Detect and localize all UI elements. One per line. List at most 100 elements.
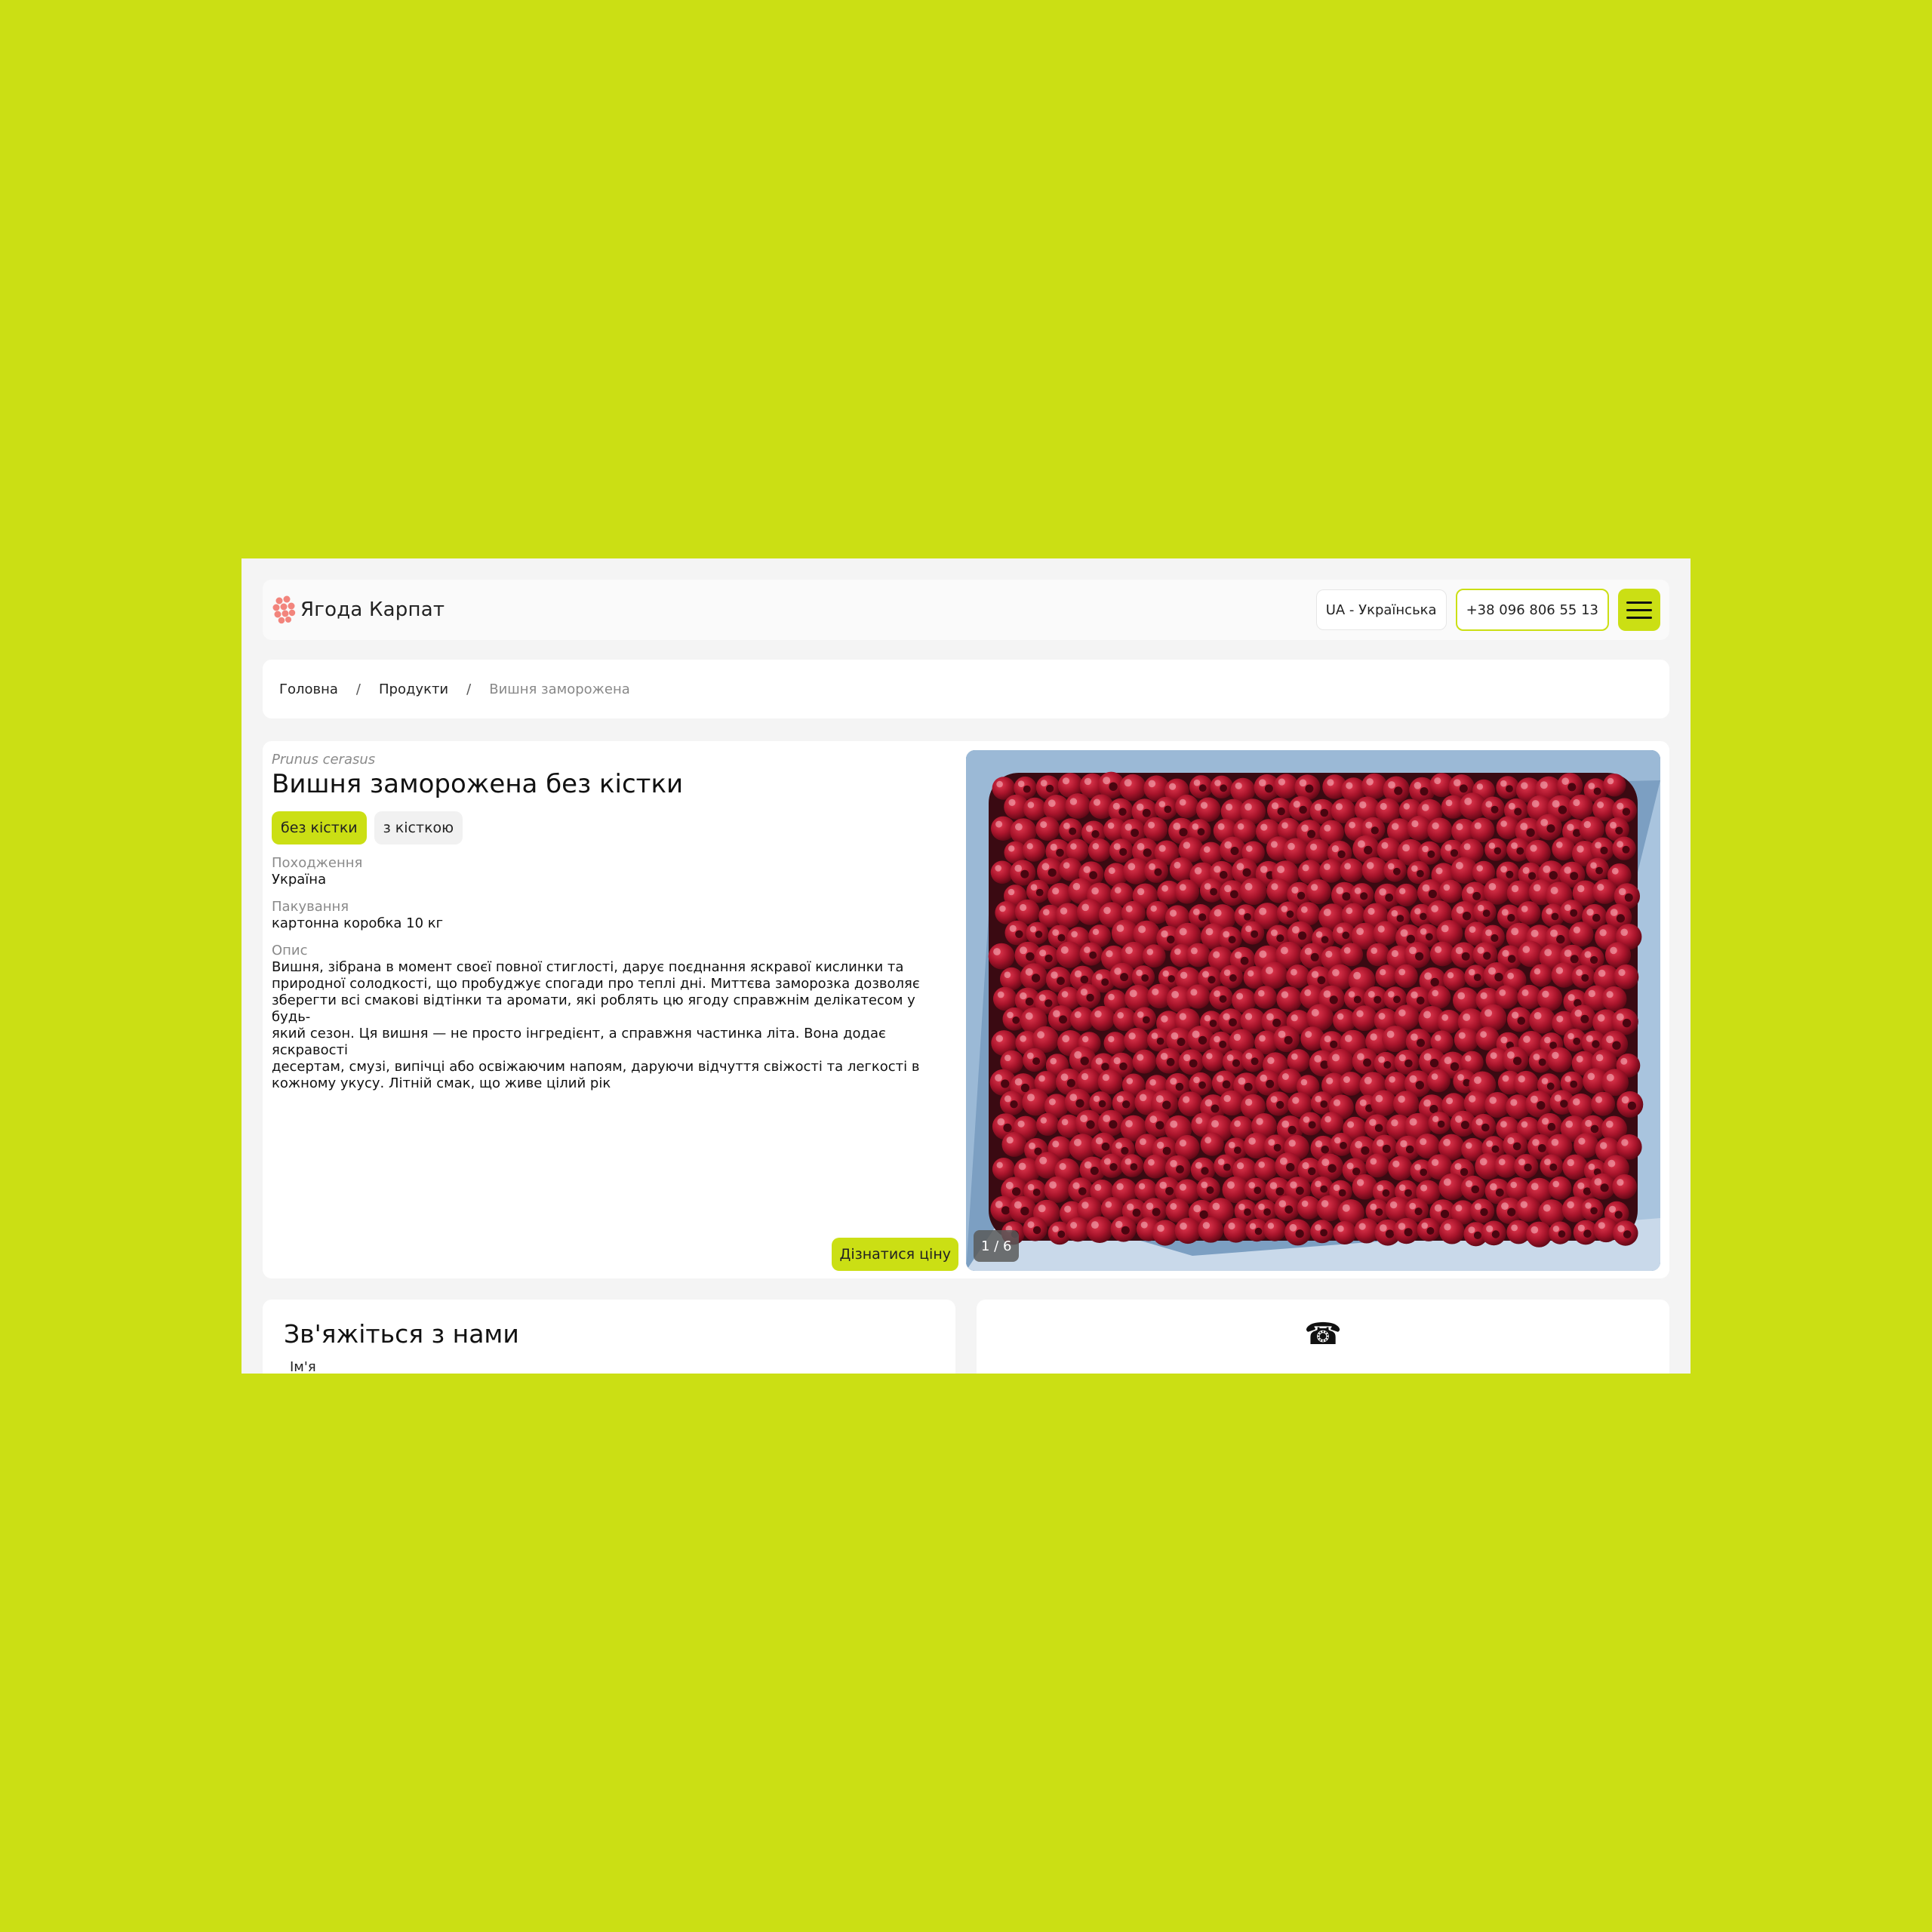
cherry-frost xyxy=(1070,1222,1078,1229)
cherry-frost xyxy=(1080,988,1088,996)
cherry xyxy=(1175,794,1199,819)
cherry-frost xyxy=(1148,1158,1155,1166)
cherry-frost xyxy=(1140,1221,1148,1229)
cherry-pit-hole xyxy=(1417,996,1425,1005)
breadcrumb-products[interactable]: Продукти xyxy=(379,681,448,697)
cherry-frost xyxy=(1137,888,1145,896)
cherry xyxy=(1475,1026,1500,1051)
cherry-frost xyxy=(1124,779,1132,787)
cherry xyxy=(1552,837,1576,861)
cherry-frost xyxy=(1454,1163,1462,1171)
cherry-pit-hole xyxy=(1406,934,1415,943)
cherry-frost xyxy=(997,1118,1005,1126)
get-price-button[interactable]: Дізнатися ціну xyxy=(832,1238,958,1271)
cherry-pit-hole xyxy=(1627,1101,1636,1110)
variant-with-pit[interactable]: з кісткою xyxy=(374,811,463,844)
cherry xyxy=(1395,883,1418,907)
cherry-frost xyxy=(1074,1051,1082,1059)
cherry-pit-hole xyxy=(1066,1078,1075,1088)
cherry-frost xyxy=(1488,967,1496,975)
menu-button[interactable] xyxy=(1618,589,1660,631)
cherry-pit-hole xyxy=(1044,999,1053,1008)
cherry-frost xyxy=(1030,884,1038,891)
cherry-pit-hole xyxy=(1506,870,1514,878)
cherry xyxy=(1174,1217,1201,1244)
cherry-frost xyxy=(1146,1202,1154,1211)
cherry xyxy=(1090,1005,1115,1032)
cherry-pit-hole xyxy=(1209,1020,1217,1027)
product-gallery[interactable]: 1 / 6 xyxy=(966,750,1660,1271)
cherry xyxy=(1352,1005,1377,1032)
language-selector[interactable]: UA - Українська xyxy=(1315,589,1447,630)
cherry-pit-hole xyxy=(1415,1081,1424,1090)
cherry-frost xyxy=(1327,779,1334,786)
cherry xyxy=(1086,1216,1113,1243)
cherry-frost xyxy=(1443,1178,1451,1186)
cherry-frost xyxy=(1552,800,1560,808)
cherry-frost xyxy=(1103,1158,1111,1165)
cherry-frost xyxy=(1112,802,1120,810)
cherry-pit-hole xyxy=(1382,1189,1390,1197)
cherry-frost xyxy=(1325,950,1333,958)
cherry-frost xyxy=(1532,1139,1540,1146)
breadcrumb-home[interactable]: Головна xyxy=(279,681,338,697)
cherry-frost xyxy=(1170,1078,1177,1085)
cherry-pit-hole xyxy=(1141,974,1149,982)
cherry-frost xyxy=(1414,908,1421,915)
cherry-frost xyxy=(1498,1158,1506,1166)
browser-viewport: Ягода Карпат UA - Українська +38 096 806… xyxy=(242,558,1690,1374)
cherry-pit-hole xyxy=(1223,1163,1231,1171)
cherry-frost xyxy=(1485,801,1493,808)
cherry-pit-hole xyxy=(1590,955,1598,964)
cherry-frost xyxy=(1531,1226,1539,1234)
cherry-frost xyxy=(1244,882,1253,891)
cherry-frost xyxy=(1020,992,1027,1000)
cherry-frost xyxy=(1237,823,1244,830)
cherry-frost xyxy=(1291,1014,1298,1022)
cherry-pit-hole xyxy=(1143,848,1152,857)
cherry-pit-hole xyxy=(1590,1124,1599,1134)
cherry-frost xyxy=(1161,930,1168,938)
cherry-frost xyxy=(1244,1013,1253,1020)
cherry-pit-hole xyxy=(1560,1100,1568,1108)
cherry-frost xyxy=(1201,1181,1208,1189)
logo[interactable]: Ягода Карпат xyxy=(272,595,445,625)
variant-pitted[interactable]: без кістки xyxy=(272,811,367,844)
cherry-frost xyxy=(1564,949,1572,957)
cherry-pit-hole xyxy=(1581,974,1589,982)
cherry xyxy=(1152,1220,1179,1246)
cherry xyxy=(1437,1010,1461,1034)
cherry xyxy=(1526,1221,1552,1247)
cherry-frost xyxy=(1038,1204,1046,1213)
cherry-frost xyxy=(1269,1182,1278,1189)
cherry-frost xyxy=(1061,991,1069,998)
cherry-frost xyxy=(1336,887,1344,894)
cherry-frost xyxy=(1386,1030,1395,1038)
cherry-frost xyxy=(1270,929,1278,937)
cherry-pit-hole xyxy=(1507,914,1515,922)
header-phone-button[interactable]: +38 096 806 55 13 xyxy=(1455,589,1609,631)
cherry-frost xyxy=(1213,951,1220,958)
cherry-frost xyxy=(1235,951,1242,959)
cherry-frost xyxy=(1244,803,1252,811)
cherry-frost xyxy=(1544,1158,1551,1165)
description-line: кожному укусу. Літній смак, що живе ціли… xyxy=(272,1075,611,1091)
cherry-pit-hole xyxy=(1142,808,1151,817)
cherry-pit-hole xyxy=(1460,1121,1469,1130)
cherry-frost xyxy=(1381,841,1389,849)
cherry-frost xyxy=(1091,1221,1099,1229)
cherry-pit-hole xyxy=(1242,868,1251,877)
cherry-pit-hole xyxy=(1482,909,1491,917)
cherry-frost xyxy=(1150,905,1157,912)
cherry-pit-hole xyxy=(1570,1080,1578,1088)
cherry-pit-hole xyxy=(1426,933,1433,941)
cherry-frost xyxy=(1455,862,1463,869)
cherry-frost xyxy=(1014,1078,1023,1086)
cherry xyxy=(1614,964,1639,989)
cherry-frost xyxy=(1356,1179,1364,1186)
cherry-frost xyxy=(1618,969,1626,977)
cherry-frost xyxy=(1530,844,1537,852)
cherry-frost xyxy=(1292,926,1300,934)
cherry-frost xyxy=(1259,907,1267,915)
cherry-frost xyxy=(1096,974,1103,980)
